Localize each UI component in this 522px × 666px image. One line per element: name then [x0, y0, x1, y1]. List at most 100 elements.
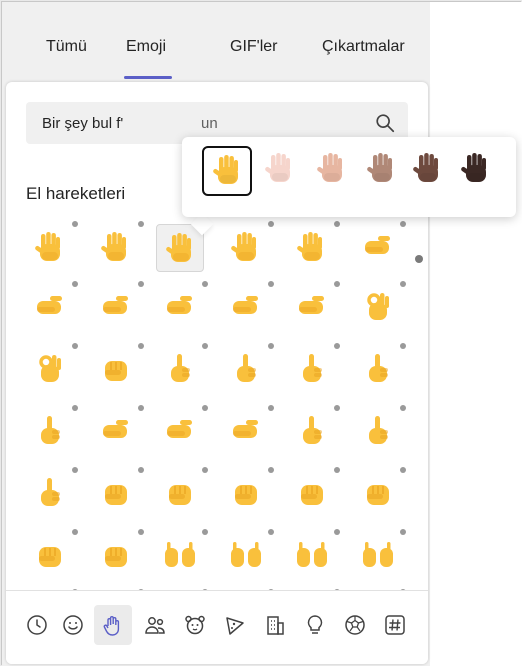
backhand-index-pointing-down-emoji[interactable]: [354, 405, 406, 456]
raised-back-of-hand-icon: [101, 232, 126, 261]
skin-tone-dark[interactable]: [452, 146, 502, 196]
category-people[interactable]: [136, 605, 174, 645]
tab-emoji[interactable]: Emoji: [126, 38, 166, 56]
category-gestures[interactable]: [94, 605, 132, 645]
skin-tone-indicator: [400, 221, 406, 227]
oncoming-fist-icon: [367, 485, 389, 505]
ok-hand-emoji[interactable]: [354, 281, 406, 332]
skin-tone-indicator: [268, 281, 274, 287]
left-facing-fist-emoji[interactable]: [26, 529, 78, 580]
category-objects[interactable]: [296, 605, 334, 645]
tab-all[interactable]: Tümü: [46, 38, 87, 56]
rightwards-hand-emoji[interactable]: [354, 221, 406, 272]
palm-up-hand-icon: [167, 296, 192, 314]
palm-down-hand-emoji[interactable]: [92, 281, 144, 332]
category-recent[interactable]: [18, 605, 56, 645]
sign-of-the-horns-emoji[interactable]: [26, 405, 78, 456]
heart-hands-emoji[interactable]: [288, 529, 340, 580]
emoji-grid: [6, 221, 428, 628]
category-symbols[interactable]: [376, 605, 414, 645]
skin-tone-indicator: [334, 221, 340, 227]
victory-hand-emoji[interactable]: [156, 343, 208, 394]
skin-tone-medium-dark[interactable]: [404, 146, 454, 196]
skin-tone-indicator: [334, 281, 340, 287]
leftwards-pushing-hand-emoji[interactable]: [222, 281, 274, 332]
hand-medium-light-icon: [317, 153, 342, 182]
skin-tone-default[interactable]: [202, 146, 252, 196]
vulcan-salute-icon: [297, 232, 322, 261]
palm-down-hand-icon: [103, 296, 128, 314]
category-activities[interactable]: [336, 605, 374, 645]
pinched-fingers-emoji[interactable]: [26, 343, 78, 394]
pinching-hand-emoji[interactable]: [92, 343, 144, 394]
love-you-gesture-emoji[interactable]: [354, 343, 406, 394]
skin-tone-indicator: [202, 529, 208, 535]
hashtag-icon: [385, 615, 405, 635]
skin-tone-medium[interactable]: [358, 146, 408, 196]
open-hands-emoji[interactable]: [354, 529, 406, 580]
oncoming-fist-emoji[interactable]: [354, 467, 406, 518]
palm-up-hand-emoji[interactable]: [156, 281, 208, 332]
love-you-gesture-icon: [369, 354, 388, 382]
call-me-hand-emoji[interactable]: [92, 405, 144, 456]
hand-icon: [103, 616, 120, 636]
hand-with-index-finger-and-thumb-crossed-emoji[interactable]: [288, 343, 340, 394]
clapping-hands-icon: [165, 542, 195, 567]
vulcan-salute-emoji[interactable]: [288, 221, 340, 272]
category-smileys[interactable]: [54, 605, 92, 645]
skin-tone-indicator: [202, 281, 208, 287]
skin-tone-indicator: [400, 529, 406, 535]
scrollbar-thumb[interactable]: [415, 255, 423, 263]
skin-tone-indicator: [268, 343, 274, 349]
leftwards-hand-emoji[interactable]: [26, 281, 78, 332]
raised-back-of-hand-emoji[interactable]: [92, 221, 144, 272]
raised-hand-emoji[interactable]: [222, 221, 274, 272]
category-animals[interactable]: [176, 605, 214, 645]
thumbs-up-emoji[interactable]: [156, 467, 208, 518]
tab-stickers[interactable]: Çıkartmalar: [322, 38, 405, 56]
ok-hand-icon: [367, 293, 389, 320]
hand-medium-dark-icon: [413, 153, 438, 182]
skin-tone-medium-light[interactable]: [308, 146, 358, 196]
heart-hands-icon: [297, 542, 327, 567]
skin-tone-indicator: [268, 221, 274, 227]
backhand-index-pointing-down-icon: [369, 416, 388, 444]
crossed-fingers-icon: [237, 354, 256, 382]
hand-with-fingers-splayed-emoji[interactable]: [156, 222, 207, 272]
thumbs-down-emoji[interactable]: [222, 467, 274, 518]
right-facing-fist-emoji[interactable]: [92, 529, 144, 580]
skin-tone-indicator: [138, 467, 144, 473]
people-icon: [145, 617, 165, 634]
rightwards-hand-icon: [365, 236, 390, 254]
crossed-fingers-emoji[interactable]: [222, 343, 274, 394]
skin-tone-popup: [182, 137, 516, 217]
lightbulb-icon: [307, 615, 323, 634]
right-facing-fist-icon: [105, 547, 127, 567]
category-food[interactable]: [216, 605, 254, 645]
skin-tone-indicator: [268, 405, 274, 411]
clapping-hands-emoji[interactable]: [156, 529, 208, 580]
backhand-index-pointing-left-emoji[interactable]: [156, 405, 208, 456]
picker-tabs: Tümü Emoji GIF'ler Çıkartmalar: [2, 2, 430, 79]
index-pointing-up-emoji[interactable]: [26, 467, 78, 518]
backhand-index-pointing-right-icon: [233, 420, 258, 438]
index-pointing-at-the-viewer-emoji[interactable]: [92, 467, 144, 518]
soccer-ball-icon: [345, 615, 365, 635]
skin-tone-indicator: [334, 467, 340, 473]
rightwards-pushing-hand-emoji[interactable]: [288, 281, 340, 332]
skin-tone-indicator: [72, 281, 78, 287]
hand-default-icon: [213, 155, 238, 184]
tab-gifs[interactable]: GIF'ler: [230, 38, 278, 56]
backhand-index-pointing-right-emoji[interactable]: [222, 405, 274, 456]
index-pointing-at-the-viewer-icon: [105, 485, 127, 505]
raising-hands-emoji[interactable]: [222, 529, 274, 580]
skin-tone-light[interactable]: [256, 146, 306, 196]
category-travel[interactable]: [256, 605, 294, 645]
search-icon[interactable]: [374, 112, 396, 134]
hand-with-index-finger-and-thumb-crossed-icon: [303, 354, 322, 382]
backhand-index-pointing-up-emoji[interactable]: [288, 405, 340, 456]
building-icon: [267, 616, 284, 635]
waving-hand-emoji[interactable]: [26, 221, 78, 272]
raised-fist-emoji[interactable]: [288, 467, 340, 518]
backhand-index-pointing-left-icon: [167, 420, 192, 438]
